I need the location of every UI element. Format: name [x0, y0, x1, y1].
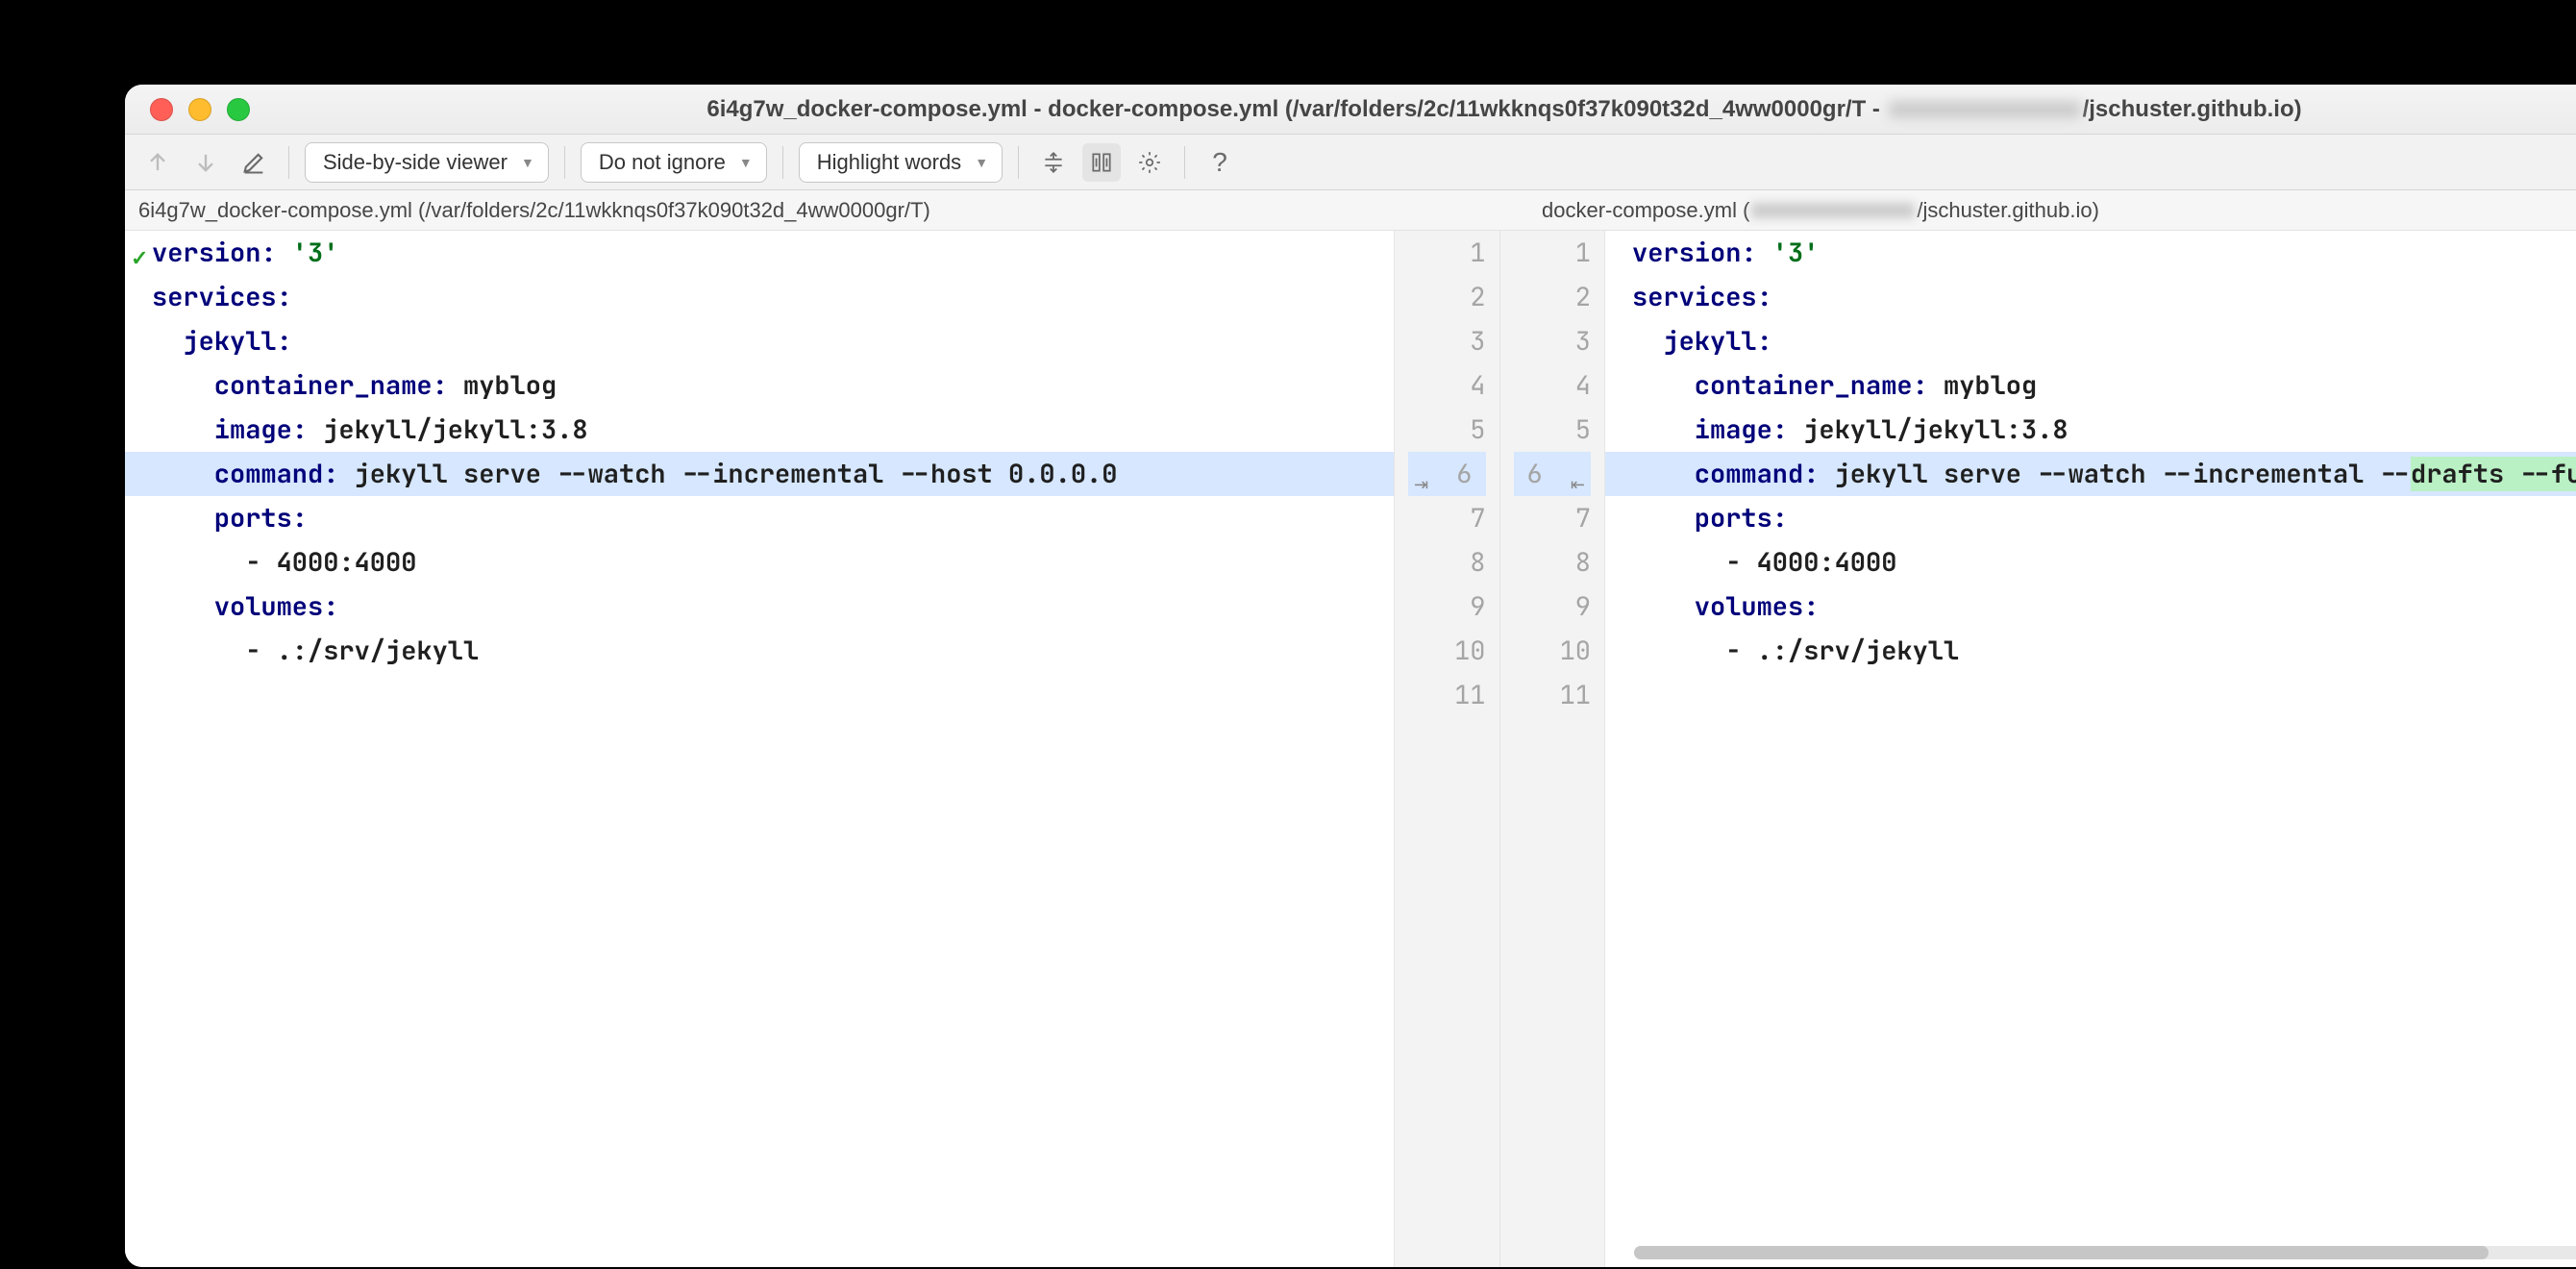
chevron-down-icon: ▼ — [521, 155, 534, 170]
highlight-mode-label: Highlight words — [817, 150, 961, 175]
sync-scroll-button[interactable] — [1082, 143, 1121, 182]
zoom-window-button[interactable] — [227, 98, 250, 121]
right-line-numbers: 1 2 3 4 5 6⇤ 7 8 9 10 11 — [1500, 231, 1605, 1267]
settings-button[interactable] — [1130, 143, 1169, 182]
line-number: 7 — [1514, 496, 1592, 540]
line-number: 9 — [1514, 585, 1592, 629]
minimize-window-button[interactable] — [188, 98, 211, 121]
line-number: 5 — [1408, 408, 1486, 452]
toolbar: Side-by-side viewer ▼ Do not ignore ▼ Hi… — [125, 135, 2576, 190]
line-number: ⇥6 — [1408, 452, 1486, 496]
line-number: 8 — [1408, 540, 1486, 585]
toolbar-separator — [1018, 146, 1019, 179]
line-number: 11 — [1514, 673, 1592, 717]
line-number: 8 — [1514, 540, 1592, 585]
window-title-prefix: 6i4g7w_docker-compose.yml - docker-compo… — [706, 96, 1886, 122]
scrollbar-thumb[interactable] — [1634, 1246, 2489, 1259]
right-file-header: docker-compose.yml ( /jschuster.github.io… — [1528, 190, 2576, 230]
viewer-mode-label: Side-by-side viewer — [323, 150, 508, 175]
chevron-down-icon: ▼ — [739, 155, 753, 170]
code-line: - 4000:4000 — [1605, 540, 2576, 585]
left-line-numbers: 1 2 3 4 5 ⇥6 7 8 9 10 11 — [1395, 231, 1500, 1267]
line-number: 4 — [1408, 363, 1486, 408]
right-file-path-prefix: docker-compose.yml ( — [1542, 198, 1749, 223]
code-line: image: jekyll/jekyll:3.8 — [125, 408, 1394, 452]
line-number: 9 — [1408, 585, 1486, 629]
code-line: container_name: myblog — [125, 363, 1394, 408]
viewer-mode-select[interactable]: Side-by-side viewer ▼ — [305, 142, 549, 183]
code-line: version: '3' — [125, 231, 1394, 275]
next-diff-button[interactable] — [186, 143, 225, 182]
redacted-path — [1889, 101, 2081, 118]
line-number: 1 — [1514, 231, 1592, 275]
code-line: jekyll: — [1605, 319, 2576, 363]
titlebar: 6i4g7w_docker-compose.yml - docker-compo… — [125, 85, 2576, 135]
code-line: - 4000:4000 — [125, 540, 1394, 585]
left-file-header: 6i4g7w_docker-compose.yml (/var/folders/… — [125, 190, 1528, 230]
line-number: 1 — [1408, 231, 1486, 275]
code-line: container_name: myblog — [1605, 363, 2576, 408]
line-number: 2 — [1514, 275, 1592, 319]
window-title-suffix: /jschuster.github.io) — [2083, 96, 2302, 122]
code-line-changed: command: jekyll serve --watch --incremen… — [1605, 452, 2576, 496]
diff-body: ✓ version: '3' services: jekyll: contain… — [125, 231, 2576, 1267]
right-pane[interactable]: ✓ version: '3' services: jekyll: contain… — [1605, 231, 2576, 1267]
code-line: - .:/srv/jekyll — [1605, 629, 2576, 673]
code-line: version: '3' — [1605, 231, 2576, 275]
window-controls — [125, 98, 250, 121]
close-window-button[interactable] — [150, 98, 173, 121]
edit-button[interactable] — [235, 143, 273, 182]
code-line: - .:/srv/jekyll — [125, 629, 1394, 673]
toolbar-separator — [288, 146, 289, 179]
code-line: ports: — [125, 496, 1394, 540]
toolbar-separator — [1184, 146, 1185, 179]
line-number-gutter: 1 2 3 4 5 ⇥6 7 8 9 10 11 1 2 3 4 5 6⇤ 7 … — [1394, 231, 1605, 1267]
prev-diff-button[interactable] — [138, 143, 177, 182]
code-line: jekyll: — [125, 319, 1394, 363]
left-file-path: 6i4g7w_docker-compose.yml (/var/folders/… — [138, 198, 930, 223]
line-number: 10 — [1514, 629, 1592, 673]
file-headers: 6i4g7w_docker-compose.yml (/var/folders/… — [125, 190, 2576, 231]
help-button[interactable]: ? — [1201, 143, 1239, 182]
ignore-mode-label: Do not ignore — [599, 150, 726, 175]
code-line-changed: command: jekyll serve --watch --incremen… — [125, 452, 1394, 496]
code-line: image: jekyll/jekyll:3.8 — [1605, 408, 2576, 452]
code-line: volumes: — [125, 585, 1394, 629]
code-line: services: — [1605, 275, 2576, 319]
line-number: 3 — [1514, 319, 1592, 363]
right-file-path-suffix: /jschuster.github.io) — [1917, 198, 2099, 223]
line-number: 2 — [1408, 275, 1486, 319]
window-title: 6i4g7w_docker-compose.yml - docker-compo… — [125, 96, 2576, 123]
line-number: 4 — [1514, 363, 1592, 408]
left-pane[interactable]: version: '3' services: jekyll: container… — [125, 231, 1394, 1267]
highlight-mode-select[interactable]: Highlight words ▼ — [799, 142, 1003, 183]
line-number: 5 — [1514, 408, 1592, 452]
toolbar-separator — [564, 146, 565, 179]
chevron-down-icon: ▼ — [975, 155, 988, 170]
line-number: 7 — [1408, 496, 1486, 540]
collapse-unchanged-button[interactable] — [1034, 143, 1073, 182]
ignore-mode-select[interactable]: Do not ignore ▼ — [581, 142, 767, 183]
toolbar-separator — [782, 146, 783, 179]
line-number: 3 — [1408, 319, 1486, 363]
line-number: 6⇤ — [1514, 452, 1592, 496]
diff-window: 6i4g7w_docker-compose.yml - docker-compo… — [125, 85, 2576, 1267]
code-line: services: — [125, 275, 1394, 319]
redacted-path — [1751, 203, 1915, 218]
code-line: volumes: — [1605, 585, 2576, 629]
code-line: ports: — [1605, 496, 2576, 540]
line-number: 10 — [1408, 629, 1486, 673]
line-number: 11 — [1408, 673, 1486, 717]
horizontal-scrollbar[interactable] — [1634, 1246, 2576, 1259]
